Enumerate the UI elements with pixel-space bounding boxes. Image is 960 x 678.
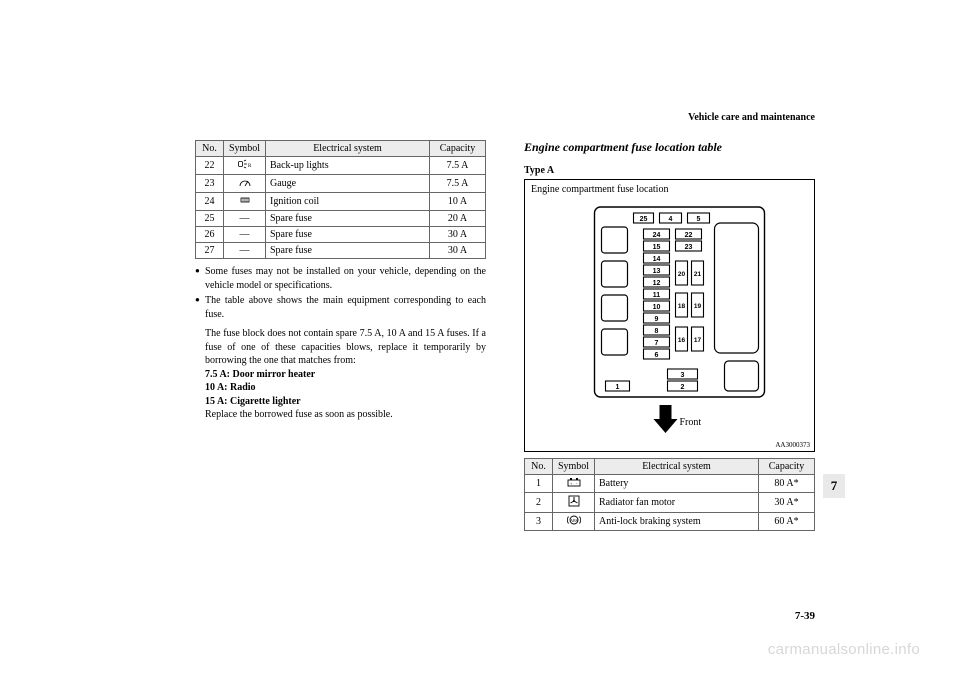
table-row: 2 Radiator fan motor 30 A*: [525, 493, 815, 513]
svg-text:15: 15: [653, 244, 661, 251]
svg-text:19: 19: [694, 303, 702, 310]
notes-body: The fuse block does not contain spare 7.…: [195, 327, 486, 422]
content-columns: No. Symbol Electrical system Capacity 22…: [0, 90, 960, 531]
table-row: 26 — Spare fuse 30 A: [196, 227, 486, 243]
fan-icon: [568, 495, 580, 510]
note-line: 10 A: Radio: [195, 381, 486, 395]
page-number: 7-39: [795, 610, 815, 622]
svg-text:10: 10: [653, 304, 661, 311]
table-row: 1 +- Battery 80 A*: [525, 475, 815, 493]
svg-text:ABS: ABS: [570, 518, 578, 523]
th-symbol: Symbol: [224, 141, 266, 157]
table-row: 25 — Spare fuse 20 A: [196, 211, 486, 227]
svg-text:20: 20: [678, 271, 686, 278]
note-line: Replace the borrowed fuse as soon as pos…: [195, 408, 486, 422]
svg-text:17: 17: [694, 337, 702, 344]
table-row: 24 Ignition coil 10 A: [196, 193, 486, 211]
note-line: The fuse block does not contain spare 7.…: [195, 327, 486, 368]
svg-text:-: -: [576, 481, 578, 486]
svg-text:16: 16: [678, 337, 686, 344]
dash-icon: —: [224, 227, 266, 243]
chapter-tab: 7: [823, 474, 845, 498]
svg-text:5: 5: [697, 216, 701, 223]
dash-icon: —: [224, 211, 266, 227]
svg-text:1: 1: [616, 384, 620, 391]
notes-list: Some fuses may not be installed on your …: [195, 265, 486, 321]
svg-text:3: 3: [681, 372, 685, 379]
figure-box: Engine compartment fuse location: [524, 179, 815, 452]
abs-icon: ABS: [567, 515, 581, 528]
figure-id: AA3000373: [775, 441, 810, 449]
svg-text:22: 22: [685, 232, 693, 239]
dash-icon: —: [224, 243, 266, 259]
svg-text:+: +: [570, 481, 573, 486]
figure-title: Engine compartment fuse location: [531, 184, 808, 195]
right-column: Engine compartment fuse location table T…: [524, 140, 815, 531]
th-no: No.: [196, 141, 224, 157]
table-row: 22 R Back-up lights 7.5 A: [196, 157, 486, 175]
svg-text:18: 18: [678, 303, 686, 310]
svg-text:14: 14: [653, 256, 661, 263]
svg-text:6: 6: [655, 352, 659, 359]
svg-text:2: 2: [681, 384, 685, 391]
arrow-down-icon: [654, 405, 678, 433]
type-label: Type A: [524, 165, 815, 176]
left-fuse-table: No. Symbol Electrical system Capacity 22…: [195, 140, 486, 259]
table-row: 3 ABS Anti-lock braking system 60 A*: [525, 513, 815, 531]
svg-text:13: 13: [653, 268, 661, 275]
svg-text:11: 11: [653, 292, 661, 299]
note-item: Some fuses may not be installed on your …: [195, 265, 486, 292]
note-item: The table above shows the main equipment…: [195, 294, 486, 321]
svg-text:7: 7: [655, 340, 659, 347]
table-row: 23 Gauge 7.5 A: [196, 175, 486, 193]
backup-light-icon: R: [238, 159, 252, 172]
svg-text:23: 23: [685, 244, 693, 251]
th-capacity: Capacity: [759, 459, 815, 475]
svg-text:9: 9: [655, 316, 659, 323]
front-label: Front: [680, 417, 702, 428]
gauge-icon: [239, 177, 251, 190]
right-fuse-table: No. Symbol Electrical system Capacity 1 …: [524, 458, 815, 531]
ignition-coil-icon: [239, 195, 251, 208]
section-title: Engine compartment fuse location table: [524, 140, 815, 155]
th-system: Electrical system: [266, 141, 430, 157]
fuse-diagram: 25 4 5: [531, 199, 808, 447]
page: Vehicle care and maintenance No. Symbol …: [0, 0, 960, 678]
th-no: No.: [525, 459, 553, 475]
svg-text:12: 12: [653, 280, 661, 287]
svg-text:R: R: [248, 164, 252, 169]
note-line: 7.5 A: Door mirror heater: [195, 368, 486, 382]
table-row: 27 — Spare fuse 30 A: [196, 243, 486, 259]
svg-text:4: 4: [669, 216, 673, 223]
battery-icon: +-: [567, 477, 581, 490]
th-symbol: Symbol: [553, 459, 595, 475]
left-column: No. Symbol Electrical system Capacity 22…: [195, 140, 486, 531]
note-line: 15 A: Cigarette lighter: [195, 395, 486, 409]
svg-text:25: 25: [640, 216, 648, 223]
watermark: carmanualsonline.info: [768, 641, 920, 658]
svg-text:24: 24: [653, 232, 661, 239]
svg-text:21: 21: [694, 271, 702, 278]
th-capacity: Capacity: [430, 141, 486, 157]
section-header: Vehicle care and maintenance: [688, 112, 815, 123]
th-system: Electrical system: [595, 459, 759, 475]
svg-text:8: 8: [655, 328, 659, 335]
